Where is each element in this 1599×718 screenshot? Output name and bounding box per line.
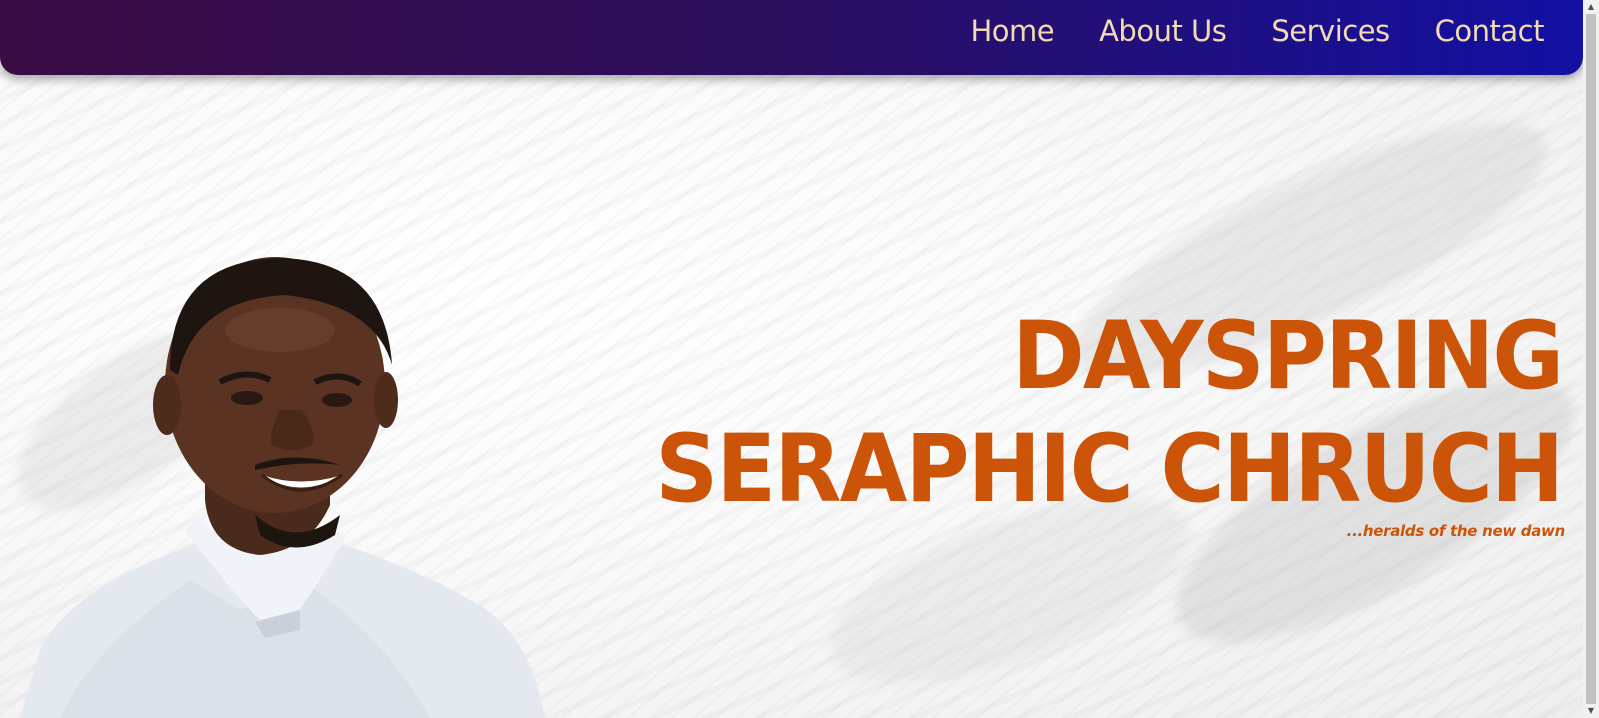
church-tagline: ...heralds of the new dawn bbox=[1346, 522, 1566, 540]
top-navbar: Home About Us Services Contact bbox=[0, 0, 1583, 75]
church-name-line-2: SERAPHIC CHRUCH bbox=[654, 415, 1564, 524]
nav-home-link[interactable]: Home bbox=[970, 14, 1054, 48]
page: Home About Us Services Contact DAYSPRING… bbox=[0, 0, 1599, 718]
vertical-scrollbar[interactable]: ▲ ▼ bbox=[1583, 0, 1599, 718]
church-name-line-1: DAYSPRING bbox=[1011, 302, 1564, 411]
nav-services-link[interactable]: Services bbox=[1271, 14, 1390, 48]
pastor-portrait bbox=[20, 257, 545, 718]
nav-links: Home About Us Services Contact bbox=[970, 14, 1544, 48]
nav-about-link[interactable]: About Us bbox=[1099, 14, 1227, 48]
nav-contact-link[interactable]: Contact bbox=[1435, 14, 1545, 48]
scrollbar-thumb[interactable] bbox=[1586, 14, 1596, 704]
church-name-heading: DAYSPRING SERAPHIC CHRUCH bbox=[654, 300, 1564, 526]
scroll-up-arrow-icon[interactable]: ▲ bbox=[1583, 0, 1599, 14]
scroll-down-arrow-icon[interactable]: ▼ bbox=[1583, 704, 1599, 718]
